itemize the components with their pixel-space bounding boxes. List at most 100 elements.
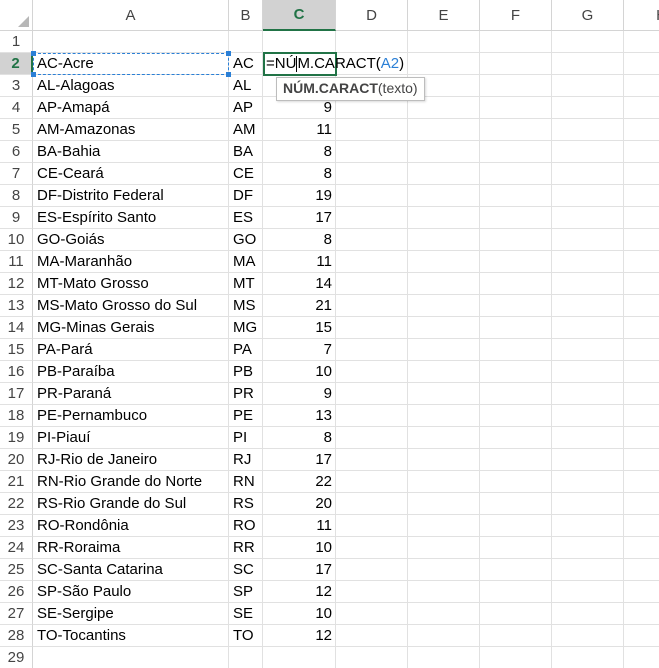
- cell-f29[interactable]: [480, 647, 552, 668]
- cell-e26[interactable]: [408, 581, 480, 603]
- cell-h28[interactable]: [624, 625, 659, 647]
- cell-c21[interactable]: 22: [263, 471, 336, 493]
- cell-a24[interactable]: RR-Roraima: [33, 537, 229, 559]
- row-header-29[interactable]: 29: [0, 647, 33, 668]
- cell-f22[interactable]: [480, 493, 552, 515]
- cell-g23[interactable]: [552, 515, 624, 537]
- cell-f8[interactable]: [480, 185, 552, 207]
- cell-d29[interactable]: [336, 647, 408, 668]
- row-header-4[interactable]: 4: [0, 97, 33, 119]
- cell-a29[interactable]: [33, 647, 229, 668]
- cell-g13[interactable]: [552, 295, 624, 317]
- cell-g27[interactable]: [552, 603, 624, 625]
- cell-f24[interactable]: [480, 537, 552, 559]
- row-header-11[interactable]: 11: [0, 251, 33, 273]
- column-header-g[interactable]: G: [552, 0, 624, 31]
- cell-d6[interactable]: [336, 141, 408, 163]
- cell-h22[interactable]: [624, 493, 659, 515]
- cell-g4[interactable]: [552, 97, 624, 119]
- cell-b21[interactable]: RN: [229, 471, 263, 493]
- cell-h26[interactable]: [624, 581, 659, 603]
- cell-h23[interactable]: [624, 515, 659, 537]
- cell-h12[interactable]: [624, 273, 659, 295]
- cell-b26[interactable]: SP: [229, 581, 263, 603]
- cell-b19[interactable]: PI: [229, 427, 263, 449]
- cell-f7[interactable]: [480, 163, 552, 185]
- cell-f23[interactable]: [480, 515, 552, 537]
- cell-h4[interactable]: [624, 97, 659, 119]
- cell-a2[interactable]: AC-Acre: [33, 53, 229, 75]
- cell-h14[interactable]: [624, 317, 659, 339]
- cell-a9[interactable]: ES-Espírito Santo: [33, 207, 229, 229]
- row-header-17[interactable]: 17: [0, 383, 33, 405]
- cell-e17[interactable]: [408, 383, 480, 405]
- cell-h1[interactable]: [624, 31, 659, 53]
- cell-d15[interactable]: [336, 339, 408, 361]
- cell-g12[interactable]: [552, 273, 624, 295]
- cell-a22[interactable]: RS-Rio Grande do Sul: [33, 493, 229, 515]
- cell-f20[interactable]: [480, 449, 552, 471]
- row-header-24[interactable]: 24: [0, 537, 33, 559]
- row-header-19[interactable]: 19: [0, 427, 33, 449]
- in-cell-formula-editor[interactable]: =NÚM.CARACT(A2): [266, 53, 404, 75]
- cell-d23[interactable]: [336, 515, 408, 537]
- cell-h6[interactable]: [624, 141, 659, 163]
- cell-a7[interactable]: CE-Ceará: [33, 163, 229, 185]
- cell-a1[interactable]: [33, 31, 229, 53]
- cell-d19[interactable]: [336, 427, 408, 449]
- row-header-13[interactable]: 13: [0, 295, 33, 317]
- cell-f3[interactable]: [480, 75, 552, 97]
- cell-d5[interactable]: [336, 119, 408, 141]
- cell-g24[interactable]: [552, 537, 624, 559]
- cell-b7[interactable]: CE: [229, 163, 263, 185]
- cell-b3[interactable]: AL: [229, 75, 263, 97]
- cell-d8[interactable]: [336, 185, 408, 207]
- cell-e22[interactable]: [408, 493, 480, 515]
- cell-c14[interactable]: 15: [263, 317, 336, 339]
- cell-d18[interactable]: [336, 405, 408, 427]
- cell-a25[interactable]: SC-Santa Catarina: [33, 559, 229, 581]
- cell-g9[interactable]: [552, 207, 624, 229]
- cell-f13[interactable]: [480, 295, 552, 317]
- cell-d21[interactable]: [336, 471, 408, 493]
- cell-f17[interactable]: [480, 383, 552, 405]
- cell-h13[interactable]: [624, 295, 659, 317]
- cell-a26[interactable]: SP-São Paulo: [33, 581, 229, 603]
- cell-d16[interactable]: [336, 361, 408, 383]
- cell-h18[interactable]: [624, 405, 659, 427]
- cell-g6[interactable]: [552, 141, 624, 163]
- cell-e12[interactable]: [408, 273, 480, 295]
- cell-h17[interactable]: [624, 383, 659, 405]
- cell-b2[interactable]: AC: [229, 53, 263, 75]
- row-header-23[interactable]: 23: [0, 515, 33, 537]
- cell-b8[interactable]: DF: [229, 185, 263, 207]
- column-header-a[interactable]: A: [33, 0, 229, 31]
- cell-b12[interactable]: MT: [229, 273, 263, 295]
- spreadsheet-grid[interactable]: ABCDEFGH 1234567891011121314151617181920…: [0, 0, 659, 668]
- cell-c17[interactable]: 9: [263, 383, 336, 405]
- cell-d27[interactable]: [336, 603, 408, 625]
- cell-c15[interactable]: 7: [263, 339, 336, 361]
- row-header-12[interactable]: 12: [0, 273, 33, 295]
- cell-f5[interactable]: [480, 119, 552, 141]
- cell-c24[interactable]: 10: [263, 537, 336, 559]
- cell-e23[interactable]: [408, 515, 480, 537]
- cell-g20[interactable]: [552, 449, 624, 471]
- cell-c22[interactable]: 20: [263, 493, 336, 515]
- cell-a12[interactable]: MT-Mato Grosso: [33, 273, 229, 295]
- cell-f14[interactable]: [480, 317, 552, 339]
- cell-b5[interactable]: AM: [229, 119, 263, 141]
- cell-h20[interactable]: [624, 449, 659, 471]
- row-header-26[interactable]: 26: [0, 581, 33, 603]
- cell-h11[interactable]: [624, 251, 659, 273]
- cell-e7[interactable]: [408, 163, 480, 185]
- cell-e24[interactable]: [408, 537, 480, 559]
- cell-c28[interactable]: 12: [263, 625, 336, 647]
- cell-b20[interactable]: RJ: [229, 449, 263, 471]
- cell-f18[interactable]: [480, 405, 552, 427]
- cell-c25[interactable]: 17: [263, 559, 336, 581]
- cell-h16[interactable]: [624, 361, 659, 383]
- cell-a13[interactable]: MS-Mato Grosso do Sul: [33, 295, 229, 317]
- cell-a14[interactable]: MG-Minas Gerais: [33, 317, 229, 339]
- cell-h29[interactable]: [624, 647, 659, 668]
